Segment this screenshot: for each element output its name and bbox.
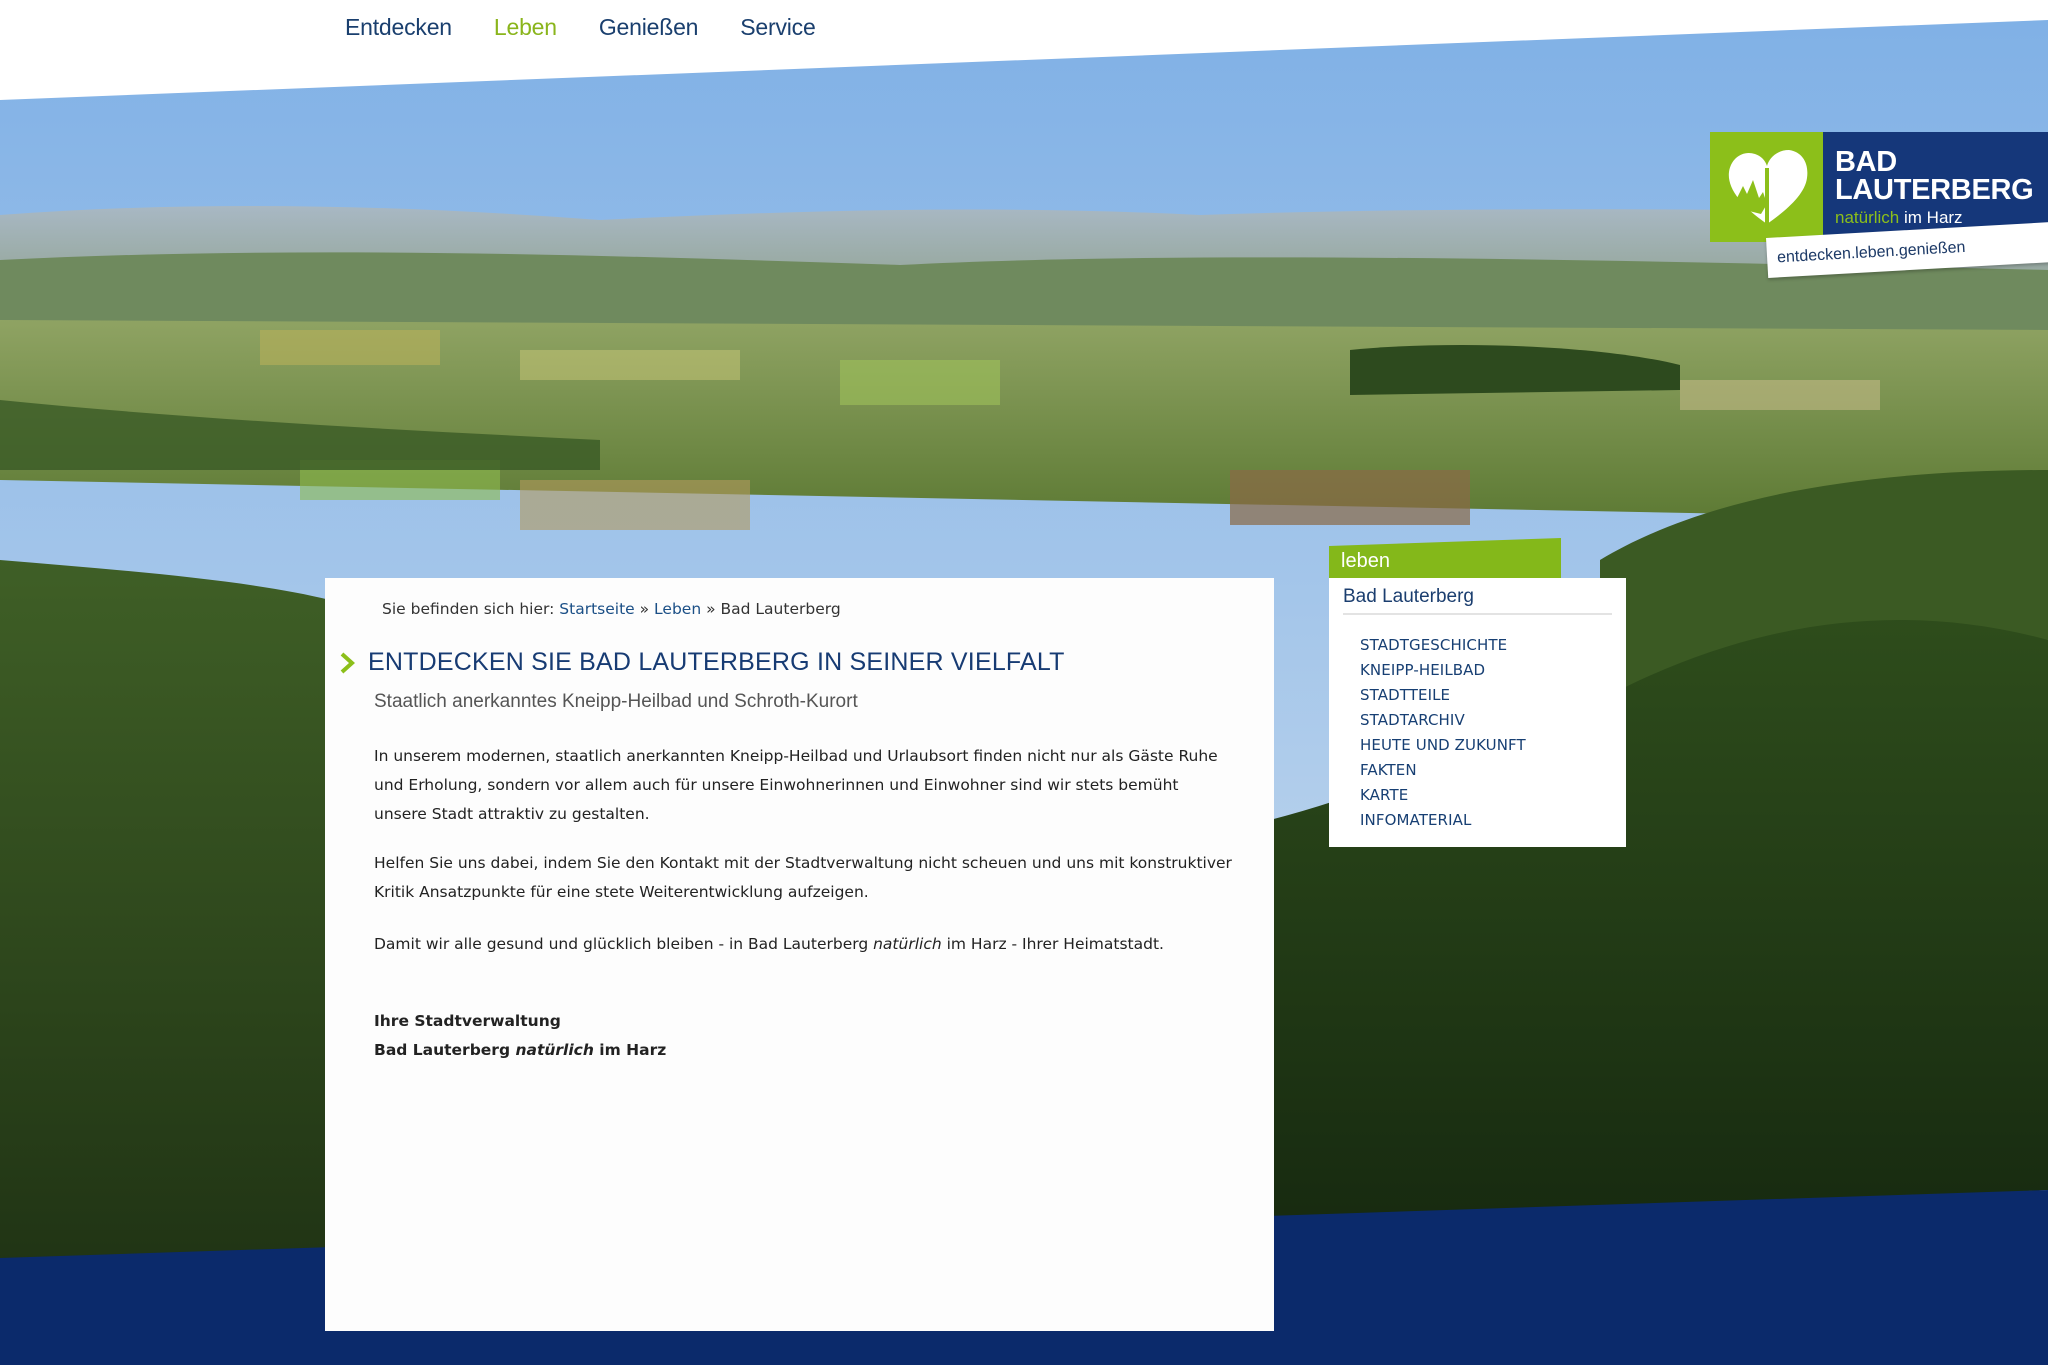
sidebar-item-stadtgeschichte[interactable]: STADTGESCHICHTE [1360, 633, 1526, 658]
breadcrumb-current: Bad Lauterberg [720, 600, 841, 618]
closing-text-before: Damit wir alle gesund und glücklich blei… [374, 935, 874, 953]
nav-service[interactable]: Service [740, 14, 815, 41]
breadcrumb-link-leben[interactable]: Leben [654, 600, 701, 618]
sidebar-item-infomaterial[interactable]: INFOMATERIAL [1360, 808, 1526, 833]
breadcrumb-link-startseite[interactable]: Startseite [559, 600, 634, 618]
breadcrumb-separator: » [639, 600, 650, 618]
closing-paragraph: Damit wir alle gesund und glücklich blei… [374, 930, 1234, 959]
closing-text-italic: natürlich [873, 935, 942, 953]
sidebar-list: STADTGESCHICHTE KNEIPP-HEILBAD STADTTEIL… [1360, 633, 1526, 833]
sidebar-item-fakten[interactable]: FAKTEN [1360, 758, 1526, 783]
breadcrumb: Sie befinden sich hier: Startseite » Leb… [382, 600, 841, 618]
nav-geniessen[interactable]: Genießen [599, 14, 699, 41]
logo-tag-white: im Harz [1904, 208, 1963, 227]
intro-paragraph: In unserem modernen, staatlich anerkannt… [374, 747, 1218, 823]
sidebar-item-stadtarchiv[interactable]: STADTARCHIV [1360, 708, 1526, 733]
signature-line-1: Ihre Stadtverwaltung [374, 1012, 561, 1030]
heart-leaf-icon [1728, 150, 1807, 224]
main-content-card: Sie befinden sich hier: Startseite » Leb… [325, 578, 1274, 1331]
breadcrumb-separator: » [706, 600, 716, 618]
page-subtitle: Staatlich anerkanntes Kneipp-Heilbad und… [374, 691, 858, 712]
logo-tag-green: natürlich [1835, 208, 1900, 227]
chevron-right-icon [340, 652, 355, 674]
signature-line-2: Bad Lauterberg natürlich im Harz [374, 1036, 666, 1065]
signature-text-italic: natürlich [515, 1041, 594, 1059]
signature: Ihre Stadtverwaltung Bad Lauterberg natü… [374, 1007, 666, 1065]
feedback-paragraph: Helfen Sie uns dabei, indem Sie den Kont… [374, 854, 1232, 901]
sidebar-navigation: Bad Lauterberg STADTGESCHICHTE KNEIPP-HE… [1329, 578, 1626, 847]
main-navigation: Entdecken Leben Genießen Service [345, 14, 816, 41]
sidebar-item-stadtteile[interactable]: STADTTEILE [1360, 683, 1526, 708]
sidebar-item-kneipp-heilbad[interactable]: KNEIPP-HEILBAD [1360, 658, 1526, 683]
sidebar-divider [1343, 613, 1612, 615]
nav-entdecken[interactable]: Entdecken [345, 14, 452, 41]
breadcrumb-prefix: Sie befinden sich hier: [382, 600, 555, 618]
page-title: ENTDECKEN SIE BAD LAUTERBERG IN SEINER V… [368, 648, 1065, 676]
closing-text-after: im Harz - Ihrer Heimatstadt. [941, 935, 1164, 953]
logo-line-bad: BAD [1835, 146, 1897, 178]
signature-text-before: Bad Lauterberg [374, 1041, 516, 1059]
sidebar-title[interactable]: Bad Lauterberg [1343, 586, 1474, 608]
logo-emblem [1710, 132, 1823, 242]
sidebar-item-heute-und-zukunft[interactable]: HEUTE UND ZUKUNFT [1360, 733, 1526, 758]
nav-leben[interactable]: Leben [494, 14, 557, 41]
sidebar-item-karte[interactable]: KARTE [1360, 783, 1526, 808]
signature-text-after: im Harz [593, 1041, 667, 1059]
logo-line-lauterberg: LAUTERBERG [1835, 174, 2034, 206]
